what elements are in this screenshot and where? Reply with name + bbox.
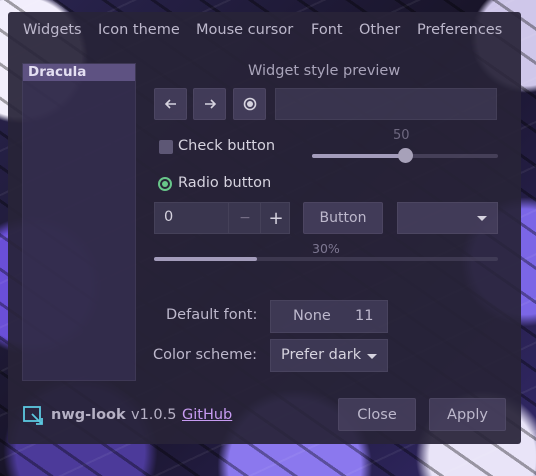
spin-increment-button[interactable]: + bbox=[260, 203, 291, 233]
tab-mouse-cursor[interactable]: Mouse cursor bbox=[196, 22, 293, 38]
combo-box[interactable] bbox=[397, 202, 498, 234]
radio-button-label: Radio button bbox=[178, 175, 272, 191]
record-icon bbox=[243, 97, 256, 111]
tab-font[interactable]: Font bbox=[311, 22, 343, 38]
slider[interactable] bbox=[312, 148, 498, 163]
default-font-label: Default font: bbox=[166, 307, 258, 323]
spin-button: 0 − + bbox=[154, 202, 290, 234]
preview-button[interactable]: Button bbox=[303, 202, 383, 234]
checkbox[interactable] bbox=[159, 140, 173, 154]
tab-other[interactable]: Other bbox=[359, 22, 400, 38]
theme-item-dracula[interactable]: Dracula bbox=[23, 64, 135, 81]
slider-fill bbox=[312, 154, 405, 158]
theme-list[interactable]: Dracula bbox=[22, 63, 136, 381]
font-name: None bbox=[293, 308, 331, 324]
color-scheme-label: Color scheme: bbox=[153, 347, 258, 363]
chevron-down-icon bbox=[477, 216, 487, 221]
apply-button[interactable]: Apply bbox=[429, 398, 506, 431]
check-button-label: Check button bbox=[178, 138, 276, 154]
github-link[interactable]: GitHub bbox=[182, 407, 232, 423]
radio-dot bbox=[162, 181, 168, 187]
forward-button[interactable] bbox=[193, 88, 226, 120]
tab-widgets[interactable]: Widgets bbox=[23, 22, 82, 38]
app-version: v1.0.5 bbox=[131, 407, 177, 423]
slider-knob[interactable] bbox=[398, 148, 413, 163]
font-size: 11 bbox=[355, 308, 374, 324]
app-name: nwg-look bbox=[51, 407, 126, 423]
progress-bar bbox=[154, 257, 498, 261]
text-entry[interactable] bbox=[275, 88, 497, 120]
arrow-left-icon bbox=[164, 99, 176, 109]
spin-value[interactable]: 0 bbox=[164, 209, 173, 225]
tab-icon-theme[interactable]: Icon theme bbox=[98, 22, 180, 38]
radio-button[interactable] bbox=[158, 177, 172, 191]
progress-fill bbox=[154, 257, 258, 261]
slider-value: 50 bbox=[393, 128, 410, 143]
color-scheme-dropdown[interactable]: Prefer dark bbox=[270, 339, 388, 372]
close-button[interactable]: Close bbox=[338, 398, 416, 431]
font-chooser-button[interactable]: None 11 bbox=[270, 300, 388, 333]
progress-text: 30% bbox=[312, 241, 340, 256]
color-scheme-value: Prefer dark bbox=[281, 347, 362, 363]
nwg-look-logo-icon bbox=[23, 406, 43, 425]
spin-decrement-button[interactable]: − bbox=[228, 203, 261, 233]
back-button[interactable] bbox=[154, 88, 187, 120]
tab-bar: Widgets Icon theme Mouse cursor Font Oth… bbox=[8, 12, 521, 50]
nwg-look-window: Widgets Icon theme Mouse cursor Font Oth… bbox=[8, 12, 521, 444]
chevron-down-icon bbox=[367, 354, 377, 359]
tab-preferences[interactable]: Preferences bbox=[417, 22, 502, 38]
arrow-right-icon bbox=[204, 99, 216, 109]
record-button[interactable] bbox=[233, 88, 266, 120]
preview-title: Widget style preview bbox=[248, 63, 401, 79]
